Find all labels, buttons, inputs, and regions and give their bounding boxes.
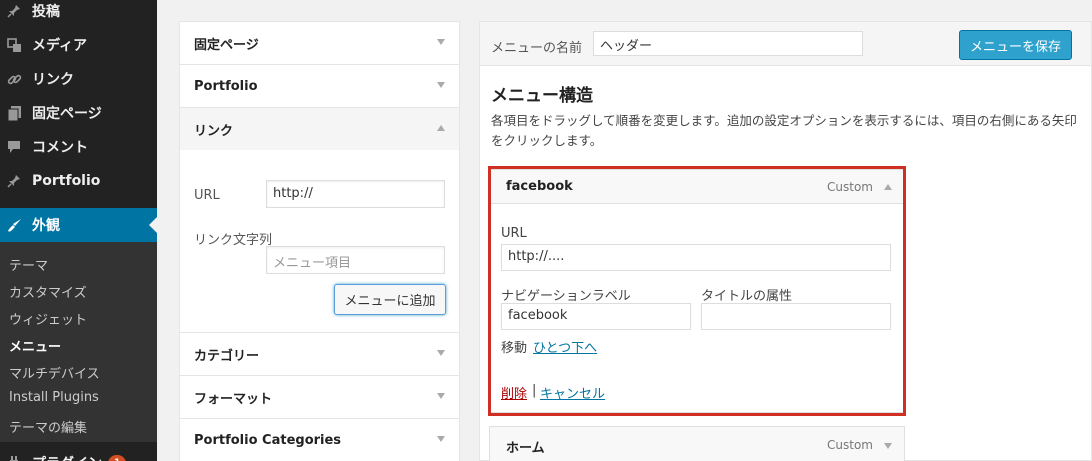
menu-structure-description: 各項目をドラッグして順番を変更します。追加の設定オプションを表示するには、項目の… bbox=[491, 113, 1077, 148]
chevron-down-icon bbox=[437, 39, 445, 45]
sidebar-item-comments[interactable]: コメント bbox=[0, 130, 157, 164]
url-label: URL bbox=[194, 188, 220, 203]
appearance-submenu: テーマ カスタマイズ ウィジェット メニュー マルチデバイス Install P… bbox=[0, 242, 157, 442]
submenu-item-theme-editor[interactable]: テーマの編集 bbox=[9, 417, 87, 436]
menu-item-type: Custom bbox=[827, 438, 873, 452]
submenu-item-widgets[interactable]: ウィジェット bbox=[9, 309, 87, 328]
sidebar-item-label: プラグイン bbox=[32, 453, 102, 461]
sidebar-item-label: Portfolio bbox=[32, 173, 101, 189]
accordion-title: フォーマット bbox=[194, 391, 273, 407]
link-text-label: リンク文字列 bbox=[194, 233, 273, 248]
link-separator: | bbox=[532, 383, 537, 398]
sidebar-item-plugins[interactable]: プラグイン 1 bbox=[0, 446, 157, 461]
chevron-down-icon bbox=[437, 350, 445, 356]
menu-editor: メニューの名前 ヘッダー メニューを保存 メニュー構造 各項目をドラッグして順番… bbox=[479, 21, 1092, 461]
menu-structure-title: メニュー構造 bbox=[491, 86, 593, 106]
sidebar-item-label: 投稿 bbox=[32, 4, 60, 20]
sidebar-item-label: 固定ページ bbox=[32, 106, 102, 122]
nav-label-input[interactable]: facebook bbox=[501, 303, 691, 330]
item-url-label: URL bbox=[501, 226, 527, 241]
menu-name-label: メニューの名前 bbox=[491, 41, 583, 56]
update-count-badge: 1 bbox=[108, 454, 127, 461]
menu-name-input[interactable]: ヘッダー bbox=[593, 31, 863, 56]
menu-item-title: ホーム bbox=[506, 441, 545, 456]
page-icon bbox=[6, 105, 22, 121]
title-attr-input[interactable] bbox=[701, 303, 891, 330]
chevron-up-icon bbox=[437, 125, 445, 131]
nav-label-label: ナビゲーションラベル bbox=[501, 289, 631, 304]
move-label: 移動 bbox=[501, 341, 528, 356]
pin-icon bbox=[6, 173, 22, 189]
menu-item-handle[interactable]: facebook Custom bbox=[490, 170, 904, 204]
save-menu-button[interactable]: メニューを保存 bbox=[959, 30, 1072, 60]
chevron-up-icon[interactable] bbox=[884, 184, 892, 190]
accordion-pages[interactable]: 固定ページ bbox=[180, 22, 459, 65]
title-attr-label: タイトルの属性 bbox=[701, 289, 793, 304]
submenu-item-themes[interactable]: テーマ bbox=[9, 255, 48, 274]
cancel-link[interactable]: キャンセル bbox=[540, 383, 605, 402]
sidebar-item-label: メディア bbox=[32, 38, 88, 54]
accordion-title: Portfolio bbox=[194, 78, 258, 94]
accordion-formats[interactable]: フォーマット bbox=[180, 376, 459, 419]
admin-sidebar: 投稿 メディア リンク 固定ページ コメント Portfolio 外観 テーマ … bbox=[0, 0, 157, 461]
chevron-down-icon[interactable] bbox=[884, 443, 892, 449]
sidebar-item-label: リンク bbox=[32, 72, 74, 88]
item-url-input[interactable]: http://.... bbox=[501, 244, 891, 271]
media-icon bbox=[6, 37, 22, 53]
accordion-title: リンク bbox=[194, 123, 234, 139]
menu-item-title: facebook bbox=[506, 179, 573, 194]
url-input[interactable]: http:// bbox=[266, 180, 445, 208]
menu-item-home: ホーム Custom bbox=[489, 426, 905, 461]
menu-item-facebook: facebook Custom URL http://.... ナビゲーションラ… bbox=[489, 169, 905, 413]
sidebar-item-pages[interactable]: 固定ページ bbox=[0, 96, 157, 130]
submenu-item-menus[interactable]: メニュー bbox=[9, 336, 61, 355]
accordion-title: Portfolio Categories bbox=[194, 432, 342, 448]
appearance-icon bbox=[6, 217, 22, 233]
chevron-down-icon bbox=[437, 436, 445, 442]
sidebar-item-posts[interactable]: 投稿 bbox=[0, 0, 157, 28]
sidebar-item-appearance[interactable]: 外観 bbox=[0, 208, 157, 242]
link-text-input[interactable]: メニュー項目 bbox=[266, 246, 445, 274]
sidebar-item-portfolio[interactable]: Portfolio bbox=[0, 164, 157, 198]
link-icon bbox=[6, 71, 22, 87]
sidebar-item-label: コメント bbox=[32, 140, 88, 156]
menu-item-handle[interactable]: ホーム Custom bbox=[490, 427, 904, 461]
chevron-down-icon bbox=[437, 82, 445, 88]
chevron-down-icon bbox=[437, 393, 445, 399]
add-to-menu-button[interactable]: メニューに追加 bbox=[334, 284, 446, 315]
sidebar-item-links[interactable]: リンク bbox=[0, 62, 157, 96]
comment-icon bbox=[6, 139, 22, 155]
custom-link-form: URL http:// リンク文字列 メニュー項目 メニューに追加 bbox=[180, 150, 459, 333]
sidebar-item-label: 外観 bbox=[32, 218, 60, 234]
accordion-links[interactable]: リンク bbox=[180, 108, 459, 151]
menu-items-accordion: 固定ページ Portfolio リンク URL http:// リンク文字列 メ… bbox=[179, 21, 460, 461]
submenu-item-customize[interactable]: カスタマイズ bbox=[9, 282, 87, 301]
menu-header: メニューの名前 ヘッダー メニューを保存 bbox=[480, 22, 1091, 66]
move-down-link[interactable]: ひとつ下へ bbox=[533, 337, 597, 356]
accordion-portfolio-categories[interactable]: Portfolio Categories bbox=[180, 419, 459, 461]
delete-link[interactable]: 削除 bbox=[501, 383, 527, 402]
sidebar-item-media[interactable]: メディア bbox=[0, 28, 157, 62]
pin-icon bbox=[6, 3, 22, 19]
accordion-title: カテゴリー bbox=[194, 348, 260, 364]
accordion-categories[interactable]: カテゴリー bbox=[180, 333, 459, 376]
submenu-item-multidevice[interactable]: マルチデバイス bbox=[9, 363, 100, 382]
submenu-item-install-plugins[interactable]: Install Plugins bbox=[9, 390, 99, 405]
accordion-portfolio[interactable]: Portfolio bbox=[180, 65, 459, 108]
menu-item-type: Custom bbox=[827, 180, 873, 194]
plugin-icon bbox=[6, 455, 22, 461]
accordion-title: 固定ページ bbox=[194, 37, 259, 53]
